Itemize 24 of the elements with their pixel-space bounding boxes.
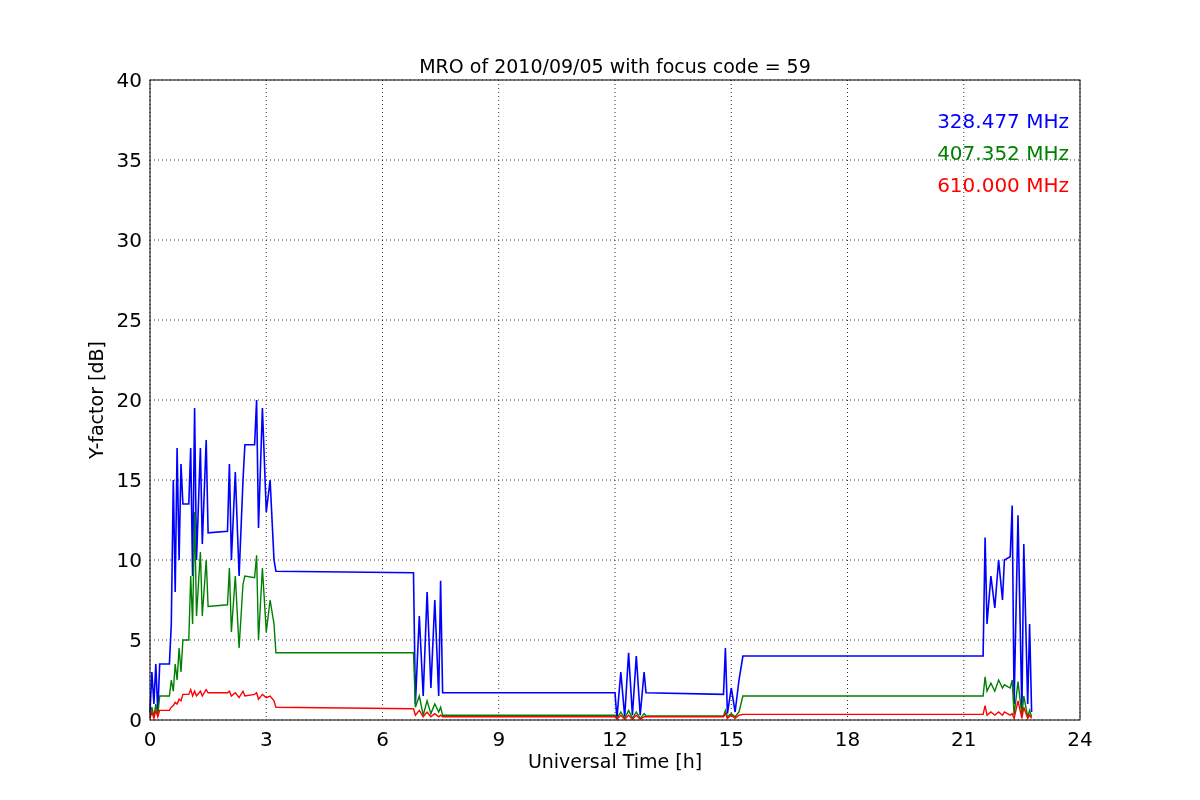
tick-label: 5 [129, 628, 142, 652]
legend-label: 407.352 MHz [937, 141, 1069, 165]
tick-label: 15 [116, 468, 142, 492]
tick-label: 9 [492, 727, 506, 751]
tick-label: 0 [129, 708, 142, 732]
tick-label: 3 [259, 727, 273, 751]
tick-label: 6 [376, 727, 389, 751]
tick-label: 24 [1067, 727, 1093, 751]
tick-label: 10 [116, 548, 142, 572]
tick-label: 15 [718, 727, 744, 751]
tick-label: 20 [116, 388, 142, 412]
legend-label: 328.477 MHz [937, 109, 1069, 133]
legend-label: 610.000 MHz [937, 173, 1069, 197]
chart-title: MRO of 2010/09/05 with focus code = 59 [419, 55, 811, 77]
tick-label: 30 [116, 228, 142, 252]
tick-label: 18 [834, 727, 861, 751]
tick-label: 0 [143, 727, 157, 751]
axis-title: Universal Time [h] [527, 750, 703, 772]
tick-label: 40 [116, 68, 142, 92]
tick-label: 21 [951, 727, 977, 751]
axis-title: Y-factor [dB] [85, 341, 107, 459]
tick-label: 25 [116, 308, 142, 332]
tick-label: 35 [116, 148, 142, 172]
tick-label: 12 [602, 727, 628, 751]
